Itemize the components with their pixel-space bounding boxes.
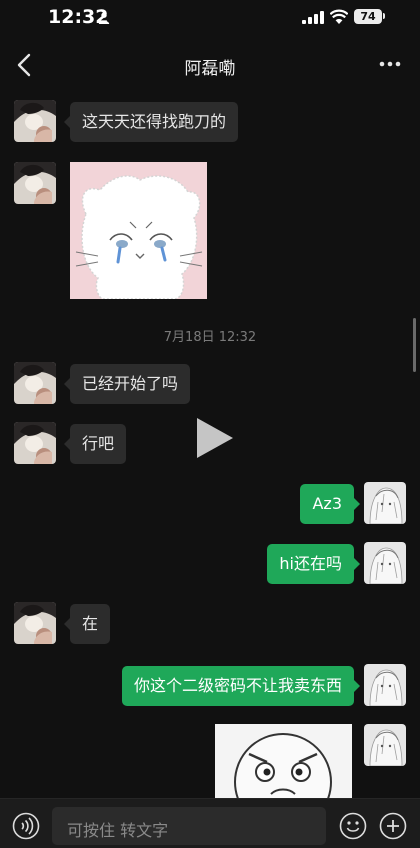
self-avatar[interactable]: [364, 724, 406, 766]
play-icon[interactable]: [193, 414, 237, 462]
message-timestamp: 7月18日 12:32: [163, 330, 257, 345]
message-input[interactable]: 可按住 转文字: [52, 807, 326, 845]
battery-icon: 74: [354, 9, 382, 24]
message-bubble-outgoing[interactable]: hi还在吗: [267, 544, 360, 584]
message-bubble-outgoing[interactable]: 你这个二级密码不让我卖东西: [121, 666, 361, 706]
self-avatar[interactable]: [364, 482, 406, 524]
message-bubble-incoming[interactable]: 行吧: [63, 424, 127, 464]
signal-icon: [302, 11, 324, 24]
person-icon: [98, 12, 110, 24]
self-avatar[interactable]: [364, 664, 406, 706]
chat-header: 阿磊嘞: [0, 40, 420, 90]
more-icon[interactable]: [378, 54, 402, 74]
message-bubble-incoming[interactable]: 在: [63, 604, 111, 644]
input-bar: 可按住 转文字: [0, 798, 420, 848]
status-bar: 12:32 74: [0, 0, 420, 36]
battery-tip: [383, 13, 385, 19]
contact-avatar[interactable]: [14, 422, 56, 464]
sticker-cat-image[interactable]: [70, 162, 207, 299]
voice-icon[interactable]: [12, 812, 40, 840]
chat-title: 阿磊嘞: [184, 59, 236, 79]
message-input-placeholder: 可按住 转文字: [67, 821, 169, 840]
sticker-face-image[interactable]: [215, 724, 352, 798]
message-bubble-outgoing[interactable]: Az3: [300, 484, 360, 524]
self-avatar[interactable]: [364, 542, 406, 584]
message-bubble-incoming[interactable]: 已经开始了吗: [63, 364, 191, 404]
scrollbar[interactable]: [413, 318, 416, 372]
contact-avatar[interactable]: [14, 100, 56, 142]
wifi-icon: [330, 9, 348, 24]
emoji-icon[interactable]: [339, 812, 367, 840]
contact-avatar[interactable]: [14, 602, 56, 644]
contact-avatar[interactable]: [14, 162, 56, 204]
plus-icon[interactable]: [379, 812, 407, 840]
contact-avatar[interactable]: [14, 362, 56, 404]
message-bubble-incoming[interactable]: 这天天还得找跑刀的: [63, 102, 239, 142]
